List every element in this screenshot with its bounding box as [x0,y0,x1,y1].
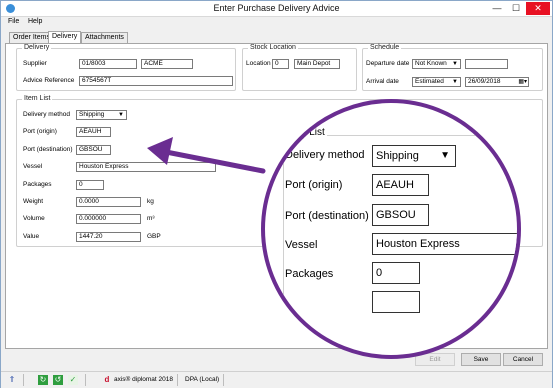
departure-type-select[interactable]: Not Known ▼ [412,59,461,69]
menu-file[interactable]: File [8,18,19,25]
zoom-delivery-method-value: Shipping [376,150,419,162]
status-separator [85,374,86,386]
zoom-vessel-field[interactable]: Houston Express [372,233,517,255]
supplier-label: Supplier [23,60,47,67]
arrival-date-value: 26/09/2018 [468,78,501,85]
tab-attachments[interactable]: Attachments [81,32,128,43]
location-code-field[interactable]: 0 [272,59,289,69]
value-field[interactable]: 1447.20 [76,232,141,242]
zoom-packages-label: Packages [285,268,334,280]
vessel-label: Vessel [23,163,43,170]
location-label: Location [246,60,271,67]
port-destination-field[interactable]: GBSOU [76,145,111,155]
volume-unit: m³ [147,215,155,222]
chevron-down-icon: ▼ [452,79,458,85]
advice-reference-field[interactable]: 6754567T [79,76,233,86]
schedule-group-title: Schedule [368,44,402,51]
zoom-vessel-label: Vessel [285,239,318,251]
zoom-delivery-method-label: Delivery method [285,149,365,161]
zoom-weight-field[interactable] [372,291,420,313]
delivery-method-label: Delivery method [23,111,70,118]
status-separator [23,374,24,386]
arrival-type-select[interactable]: Estimated ▼ [412,77,461,87]
status-separator [177,374,178,386]
zoom-port-destination-label: Port (destination) [285,210,369,222]
status-separator [223,374,224,386]
menu-help[interactable]: Help [28,18,42,25]
refresh-icon[interactable]: ↻ [38,375,48,385]
delivery-method-select[interactable]: Shipping ▼ [76,110,127,120]
arrival-type-value: Estimated [415,78,444,85]
delivery-group-title: Delivery [22,44,52,51]
weight-field[interactable]: 0.0000 [76,197,141,207]
chevron-down-icon: ▼ [118,112,124,118]
chevron-down-icon: ▼ [440,150,450,161]
port-origin-field[interactable]: AEAUH [76,127,111,137]
departure-date-label: Departure date [366,60,410,67]
weight-unit: kg [147,198,154,205]
supplier-name-field[interactable]: ACME [141,59,193,69]
departure-date-field[interactable] [465,59,508,69]
tab-delivery[interactable]: Delivery [48,31,82,43]
advice-reference-label: Advice Reference [23,77,75,84]
zoom-port-origin-field[interactable]: AEAUH [372,174,429,196]
schedule-group: Schedule Departure date Not Known ▼ Arri… [362,44,543,91]
vessel-field[interactable]: Houston Express [76,162,216,172]
zoom-delivery-method-select[interactable]: Shipping ▼ [372,145,456,167]
maximize-button[interactable]: ☐ [507,2,525,15]
minimize-button[interactable]: — [488,2,506,15]
departure-type-value: Not Known [415,60,447,67]
up-arrow-icon[interactable]: ⇑ [7,375,17,385]
location-name-field[interactable]: Main Depot [294,59,340,69]
item-list-group-title: Item List [22,95,53,102]
port-origin-label: Port (origin) [23,128,57,135]
arrival-date-label: Arrival date [366,78,399,85]
application-window: Enter Purchase Delivery Advice — ☐ ✕ Fil… [0,0,553,388]
database-name: DPA (Local) [185,376,220,383]
zoom-packages-field[interactable]: 0 [372,262,420,284]
packages-label: Packages [23,181,52,188]
port-destination-label: Port (destination) [23,146,73,153]
sync-icon[interactable]: ↺ [53,375,63,385]
delivery-method-value: Shipping [79,111,105,118]
window-title: Enter Purchase Delivery Advice [213,3,340,13]
stock-location-group-title: Stock Location [248,44,298,51]
zoom-item-list-title: Item List [285,127,327,138]
arrival-date-field[interactable]: 26/09/2018 ▦▾ [465,77,529,87]
checklist-icon[interactable]: ✓ [68,375,78,385]
calendar-icon[interactable]: ▦▾ [518,78,527,86]
zoom-port-destination-field[interactable]: GBSOU [372,204,429,226]
product-name: axis® diplomat 2018 [114,376,173,383]
axis-logo-icon: d [104,375,110,384]
packages-field[interactable]: 0 [76,180,104,190]
delivery-group: Delivery Supplier 01/8003 ACME Advice Re… [16,44,236,91]
volume-label: Volume [23,215,45,222]
title-bar: Enter Purchase Delivery Advice — ☐ ✕ [1,1,552,17]
zoom-port-origin-label: Port (origin) [285,179,343,191]
supplier-code-field[interactable]: 01/8003 [79,59,137,69]
weight-label: Weight [23,198,44,205]
status-bar: ⇑ ↻ ↺ ✓ d axis® diplomat 2018 DPA (Local… [1,371,552,388]
menu-bar: File Help [1,17,552,29]
stock-location-group: Stock Location Location 0 Main Depot [242,44,357,91]
chevron-down-icon: ▼ [452,61,458,67]
value-unit: GBP [147,233,161,240]
volume-field[interactable]: 0.000000 [76,214,141,224]
close-button[interactable]: ✕ [526,2,550,15]
zoom-lens: Item List Delivery method Shipping ▼ Por… [261,99,521,359]
value-label: Value [23,233,40,240]
